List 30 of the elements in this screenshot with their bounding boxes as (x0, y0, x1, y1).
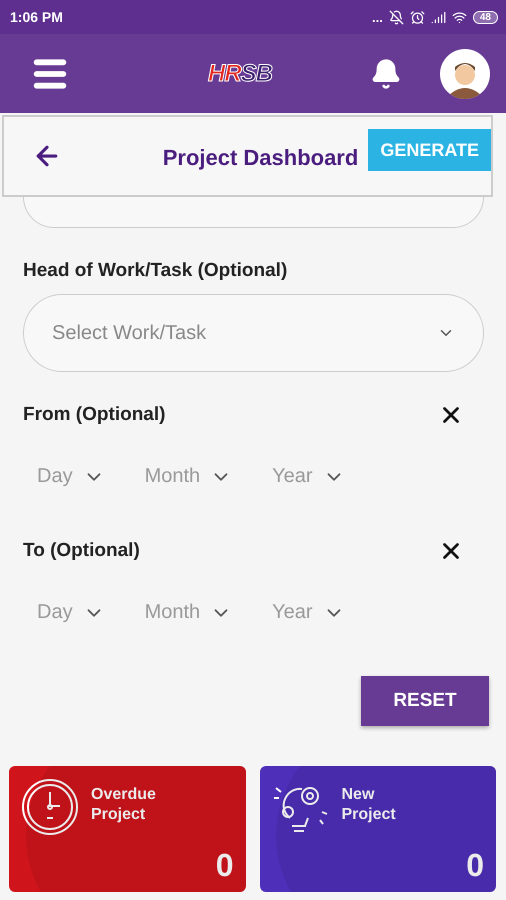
field-label: To (Optional) (23, 540, 140, 562)
stat-card[interactable]: New Project 0 (260, 766, 496, 892)
work-task-select[interactable]: Select Work/Task (23, 294, 484, 372)
date-select[interactable]: Year (272, 601, 345, 624)
wifi-icon (452, 10, 467, 24)
status-dots: ... (372, 10, 383, 24)
stat-card[interactable]: Overdue Project 0 (9, 766, 246, 892)
date-select[interactable]: Day (37, 601, 105, 624)
field-label: Head of Work/Task (Optional) (23, 260, 288, 282)
card-title: New Project (342, 785, 397, 825)
generate-button[interactable]: GENERATE (368, 129, 491, 171)
date-select[interactable]: Year (272, 465, 345, 488)
alarm-icon (410, 10, 425, 24)
field-label: From (Optional) (23, 404, 166, 426)
notification-button[interactable] (370, 58, 402, 90)
date-select[interactable]: Month (144, 465, 232, 488)
page-title: Project Dashboard (162, 145, 358, 171)
date-select[interactable]: Month (144, 601, 232, 624)
status-time: 1:06 PM (10, 9, 64, 25)
avatar[interactable] (440, 48, 490, 98)
card-count: 0 (216, 847, 234, 884)
reset-button[interactable]: RESET (361, 676, 489, 726)
signal-icon (430, 10, 446, 24)
battery-icon: 48 (472, 10, 498, 24)
card-count: 0 (466, 847, 484, 884)
logo: HRSB (206, 60, 273, 88)
clock-icon (21, 778, 79, 836)
mute-icon (388, 10, 404, 24)
card-title: Overdue Project (91, 785, 157, 825)
date-select[interactable]: Day (37, 465, 105, 488)
